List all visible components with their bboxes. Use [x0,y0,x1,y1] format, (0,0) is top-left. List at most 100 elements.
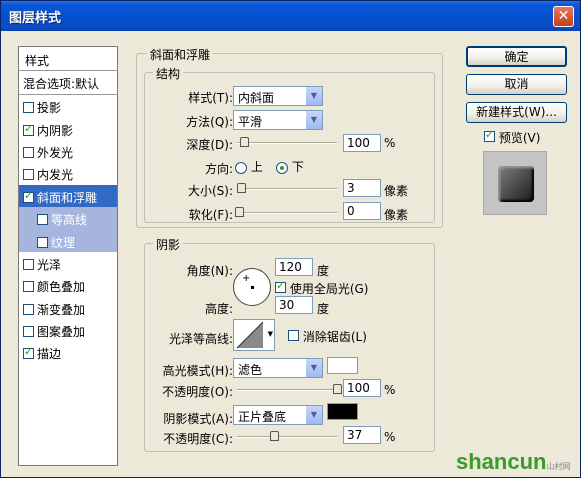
close-icon: ✕ [557,8,570,24]
sidebar-item-label: 内发光 [37,168,74,183]
sidebar-checkbox[interactable] [23,102,34,114]
highlight-color-swatch[interactable] [327,357,358,374]
style-select[interactable]: 内斜面 ▼ [233,86,323,106]
slider-thumb[interactable] [235,207,244,217]
slider-thumb[interactable] [240,137,249,147]
shadow-opacity-slider[interactable] [237,431,337,441]
style-list-header[interactable]: 样式 [19,47,117,71]
sidebar-checkbox[interactable] [23,303,34,315]
direction-down[interactable]: 下 [276,158,304,175]
sidebar-item-label: 内阴影 [37,123,74,138]
layer-style-dialog: 图层样式 ✕ 样式 混合选项:默认 投影内阴影外发光内发光斜面和浮雕等高线纹理光… [0,0,581,478]
gloss-contour-picker[interactable]: ▼ [233,319,275,351]
chevron-down-icon: ▼ [267,330,273,338]
sidebar-checkbox[interactable] [23,258,34,270]
shadow-opacity-input[interactable]: 37 [343,426,381,444]
sidebar-item-label: 描边 [37,347,62,362]
radio-down[interactable] [276,161,288,174]
chevron-down-icon: ▼ [305,111,322,129]
preview-check[interactable] [484,128,495,142]
slider-thumb[interactable] [270,431,279,441]
sidebar-item[interactable]: 等高线 [19,206,117,230]
soften-slider[interactable] [235,207,337,217]
sidebar-item[interactable]: 纹理 [19,229,117,252]
preview-checkbox[interactable]: 预览(V) [484,128,540,146]
sidebar-checkbox[interactable] [23,146,34,158]
depth-slider[interactable] [237,137,337,147]
sidebar-item[interactable]: 斜面和浮雕 [19,184,117,207]
style-value: 内斜面 [238,91,275,105]
structure-title: 结构 [153,65,184,82]
sidebar-item-label: 斜面和浮雕 [37,190,98,205]
altitude-input[interactable]: 30 [275,296,313,314]
size-unit: 像素 [384,184,409,198]
slider-thumb[interactable] [333,384,342,394]
method-label: 方法(Q): [186,115,233,129]
close-button[interactable]: ✕ [553,6,574,27]
chevron-down-icon: ▼ [305,359,322,377]
sidebar-checkbox[interactable] [37,236,48,248]
soften-label: 软化(F): [188,208,233,222]
title-bar[interactable]: 图层样式 ✕ [1,1,580,31]
sidebar-checkbox[interactable] [23,345,34,360]
size-slider[interactable] [237,183,337,193]
sidebar-checkbox[interactable] [23,122,34,136]
direction-up[interactable]: 上 [235,158,263,175]
sidebar-checkbox[interactable] [23,281,34,293]
sidebar-item[interactable]: 图案叠加 [19,319,117,341]
radio-up[interactable] [235,161,247,174]
new-style-button[interactable]: 新建样式(W)... [466,102,567,123]
angle-dial[interactable]: + [233,268,271,306]
angle-unit: 度 [317,264,330,278]
sidebar-item-label: 等高线 [51,213,88,228]
shadow-mode-select[interactable]: 正片叠底 ▼ [233,405,323,425]
depth-input[interactable]: 100 [343,134,381,152]
ok-button[interactable]: 确定 [466,46,567,67]
highlight-opacity-label: 不透明度(O): [162,385,233,399]
sidebar-checkbox[interactable] [37,214,48,226]
sidebar-item[interactable]: 外发光 [19,140,117,162]
sidebar-item[interactable]: 投影 [19,95,117,117]
highlight-opacity-slider[interactable] [237,384,342,394]
sidebar-checkbox[interactable] [23,189,34,203]
sidebar-item-label: 纹理 [51,235,76,250]
sidebar-item[interactable]: 光泽 [19,252,117,274]
slider-thumb[interactable] [237,183,246,193]
highlight-mode-select[interactable]: 滤色 ▼ [233,358,323,378]
contour-preview-icon [236,321,264,349]
antialias-checkbox[interactable]: 消除锯齿(L) [288,328,367,345]
sidebar-item[interactable]: 内发光 [19,162,117,184]
sidebar-checkbox[interactable] [23,169,34,181]
highlight-mode-value: 滤色 [238,363,263,377]
antialias-check[interactable] [288,330,299,341]
angle-indicator: + [242,273,251,284]
shadow-color-swatch[interactable] [327,403,358,420]
sidebar-checkbox[interactable] [23,326,34,338]
angle-input[interactable]: 120 [275,258,313,276]
shading-title: 阴影 [153,236,184,253]
gloss-contour-label: 光泽等高线: [168,332,233,346]
method-select[interactable]: 平滑 ▼ [233,110,323,130]
altitude-unit: 度 [317,302,330,316]
sidebar-item[interactable]: 颜色叠加 [19,274,117,296]
size-input[interactable]: 3 [343,179,381,197]
direction-up-label: 上 [250,160,263,174]
watermark-logo: shancun山村网 [456,449,571,474]
sidebar-item-label: 图案叠加 [37,325,86,340]
sidebar-item-label: 光泽 [37,257,62,272]
soften-input[interactable]: 0 [343,202,381,220]
sidebar-item[interactable]: 渐变叠加 [19,297,117,319]
cancel-button[interactable]: 取消 [466,74,567,95]
window-title: 图层样式 [9,11,62,26]
global-light-label: 使用全局光(G) [289,282,369,296]
sidebar-item[interactable]: 描边 [19,341,117,363]
global-light-check[interactable] [275,279,286,293]
highlight-opacity-input[interactable]: 100 [343,379,381,397]
global-light-checkbox[interactable]: 使用全局光(G) [275,279,369,297]
sidebar-item[interactable]: 内阴影 [19,117,117,139]
size-label: 大小(S): [187,184,233,198]
sidebar-item-label: 投影 [37,101,62,116]
style-list: 样式 混合选项:默认 投影内阴影外发光内发光斜面和浮雕等高线纹理光泽颜色叠加渐变… [18,46,118,466]
angle-label: 角度(N): [186,264,233,278]
blending-options[interactable]: 混合选项:默认 [19,71,117,95]
